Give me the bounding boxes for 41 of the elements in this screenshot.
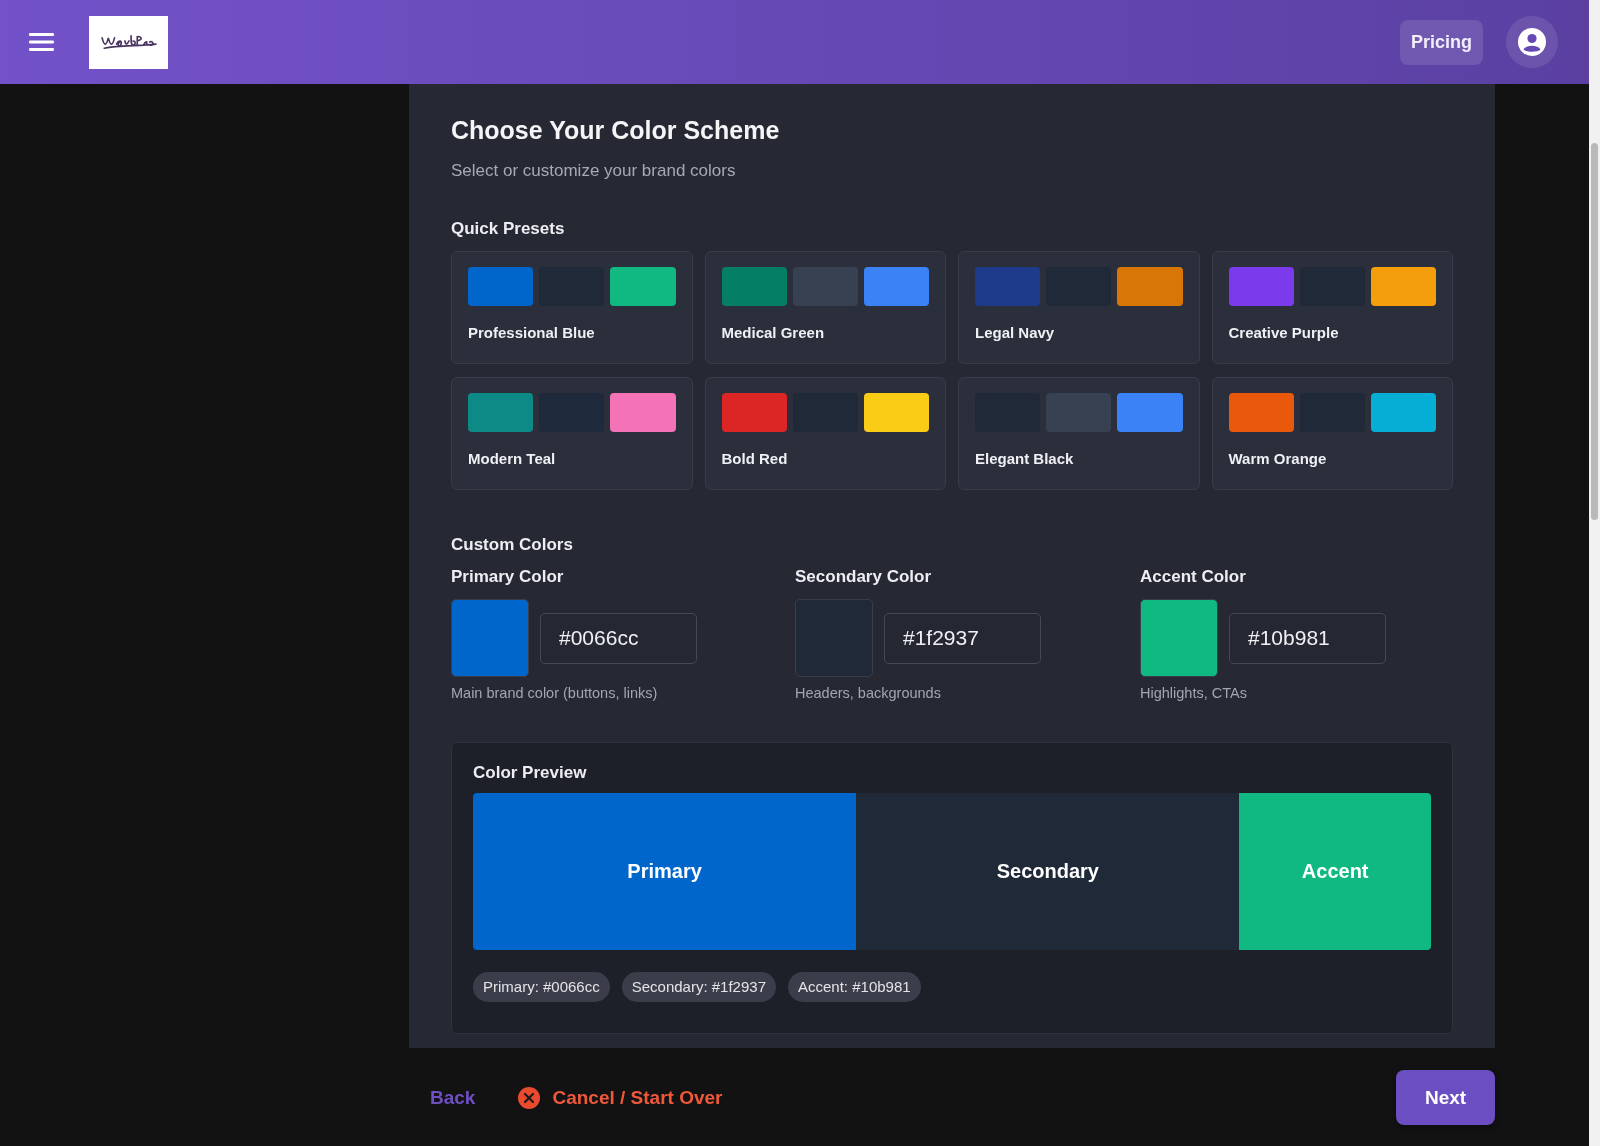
field-hint: Headers, backgrounds	[795, 684, 942, 702]
field-label: Secondary Color	[795, 566, 933, 588]
color-value-tag: Secondary: #1f2937	[621, 972, 776, 1002]
next-button[interactable]: Next	[1396, 1070, 1495, 1125]
account-icon	[1518, 28, 1546, 56]
color-value-tag: Primary: #0066cc	[473, 972, 610, 1002]
preset-card[interactable]: Legal Navy	[958, 251, 1200, 364]
logo-image[interactable]	[89, 15, 168, 69]
color-preview-block: Secondary	[856, 793, 1240, 950]
menu-icon[interactable]	[29, 33, 54, 51]
hex-input[interactable]: #0066cc	[540, 612, 697, 664]
color-picker[interactable]	[451, 599, 529, 677]
preset-card[interactable]: Modern Teal	[451, 377, 693, 490]
cancel-button[interactable]: Cancel / Start Over	[518, 1086, 723, 1109]
section-heading: Quick Presets	[451, 218, 566, 240]
field-label: Primary Color	[451, 566, 565, 588]
color-value-tag: Accent: #10b981	[788, 972, 921, 1002]
hex-input[interactable]: #10b981	[1229, 612, 1386, 664]
section-heading: Custom Colors	[451, 534, 574, 556]
field-hint: Highlights, CTAs	[1140, 684, 1248, 702]
preset-card[interactable]: Medical Green	[704, 251, 946, 364]
color-picker[interactable]	[1140, 599, 1218, 677]
scrollbar-track[interactable]	[1589, 0, 1600, 1146]
scrollbar-thumb[interactable]	[1591, 143, 1598, 520]
preset-card[interactable]: Warm Orange	[1211, 377, 1453, 490]
section-heading: Color Preview	[473, 762, 588, 784]
preset-card[interactable]: Creative Purple	[1211, 251, 1453, 364]
field-label: Accent Color	[1140, 566, 1247, 588]
preset-card[interactable]: Bold Red	[704, 377, 946, 490]
hex-input[interactable]: #1f2937	[884, 612, 1041, 664]
color-preview-block: Primary	[473, 793, 857, 950]
close-icon	[518, 1086, 541, 1109]
pricing-button[interactable]: Pricing	[1400, 19, 1483, 65]
page-subtitle: Select or customize your brand colors	[451, 160, 737, 182]
account-button[interactable]	[1506, 16, 1558, 68]
preset-card[interactable]: Professional Blue	[451, 251, 693, 364]
page-title: Choose Your Color Scheme	[451, 115, 781, 145]
field-hint: Main brand color (buttons, links)	[451, 684, 659, 702]
color-preview-block: Accent	[1239, 793, 1431, 950]
preset-card[interactable]: Elegant Black	[958, 377, 1200, 490]
color-picker[interactable]	[795, 599, 873, 677]
